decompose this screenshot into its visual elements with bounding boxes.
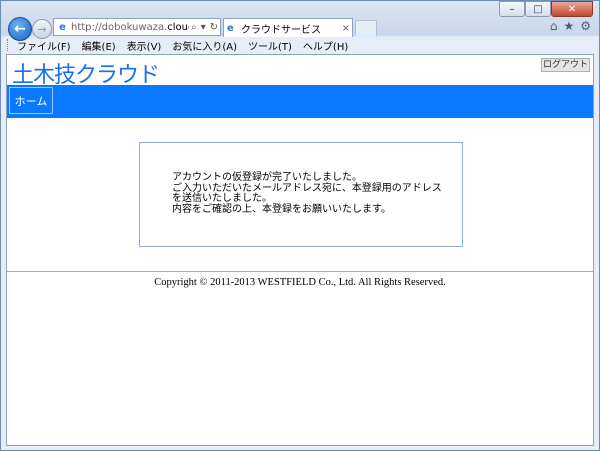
address-url[interactable]: http://dobokuwaza.cloudap... [71, 22, 189, 33]
logout-button[interactable]: ログアウト [540, 58, 590, 72]
browser-window: – □ ✕ ← → e http://dobokuwaza.cloudap...… [0, 0, 600, 451]
menu-favorites[interactable]: お気に入り(A) [172, 38, 237, 53]
gear-icon[interactable]: ⚙ [580, 19, 591, 33]
footer-divider [7, 271, 593, 272]
site-header: 土木技クラウド ログアウト [7, 55, 593, 88]
message-box: アカウントの仮登録が完了いたしました。 ご入力いただいたメールアドレス宛に、本登… [139, 142, 463, 247]
forward-button[interactable]: → [32, 19, 52, 39]
arrow-left-icon: ← [14, 21, 26, 37]
copyright-text: Copyright © 2011-2013 WESTFIELD Co., Ltd… [154, 277, 446, 288]
refresh-icon[interactable]: ↻ [208, 22, 220, 33]
close-window-button[interactable]: ✕ [551, 1, 593, 17]
message-line: を送信いたしました。 [172, 193, 272, 204]
message-text: アカウントの仮登録が完了いたしました。 ご入力いただいたメールアドレス宛に、本登… [172, 172, 442, 215]
restore-button[interactable]: □ [525, 1, 551, 17]
menu-edit[interactable]: 編集(E) [82, 38, 116, 53]
close-tab-icon[interactable]: × [340, 23, 352, 34]
nav-home-link[interactable]: ホーム [9, 87, 53, 114]
new-tab-button[interactable] [355, 20, 377, 36]
search-icon[interactable]: ⌕ [189, 22, 199, 33]
home-icon[interactable]: ⌂ [550, 19, 558, 33]
menu-help[interactable]: ヘルプ(H) [303, 38, 348, 53]
menu-tools[interactable]: ツール(T) [248, 38, 292, 53]
address-bar[interactable]: e http://dobokuwaza.cloudap... ⌕ ▾ ↻ [53, 18, 221, 36]
arrow-right-icon: → [37, 22, 47, 36]
ie-logo-icon: e [59, 21, 66, 33]
dropdown-icon[interactable]: ▾ [199, 22, 208, 33]
tab-title: クラウドサービス [241, 24, 321, 36]
page-viewport: 土木技クラウド ログアウト ホーム アカウントの仮登録が完了いたしました。 ご入… [6, 54, 594, 446]
tab-cloud-service[interactable]: e クラウドサービス × [223, 18, 353, 37]
window-controls: – □ ✕ [499, 1, 593, 17]
nav-bar: ホーム [7, 85, 593, 118]
minimize-button[interactable]: – [499, 1, 525, 17]
ie-logo-icon: e [227, 22, 234, 34]
message-line: アカウントの仮登録が完了いたしました。 [172, 172, 362, 183]
favorites-star-icon[interactable]: ★ [563, 19, 574, 33]
menu-view[interactable]: 表示(V) [127, 38, 162, 53]
toolbar-icons: ⌂ ★ ⚙ [550, 19, 591, 33]
menu-grip [7, 39, 11, 51]
menu-bar: ファイル(F) 編集(E) 表示(V) お気に入り(A) ツール(T) ヘルプ(… [7, 37, 359, 53]
message-line: 内容をご確認の上、本登録をお願いいたします。 [172, 203, 391, 215]
menu-file[interactable]: ファイル(F) [17, 38, 71, 53]
